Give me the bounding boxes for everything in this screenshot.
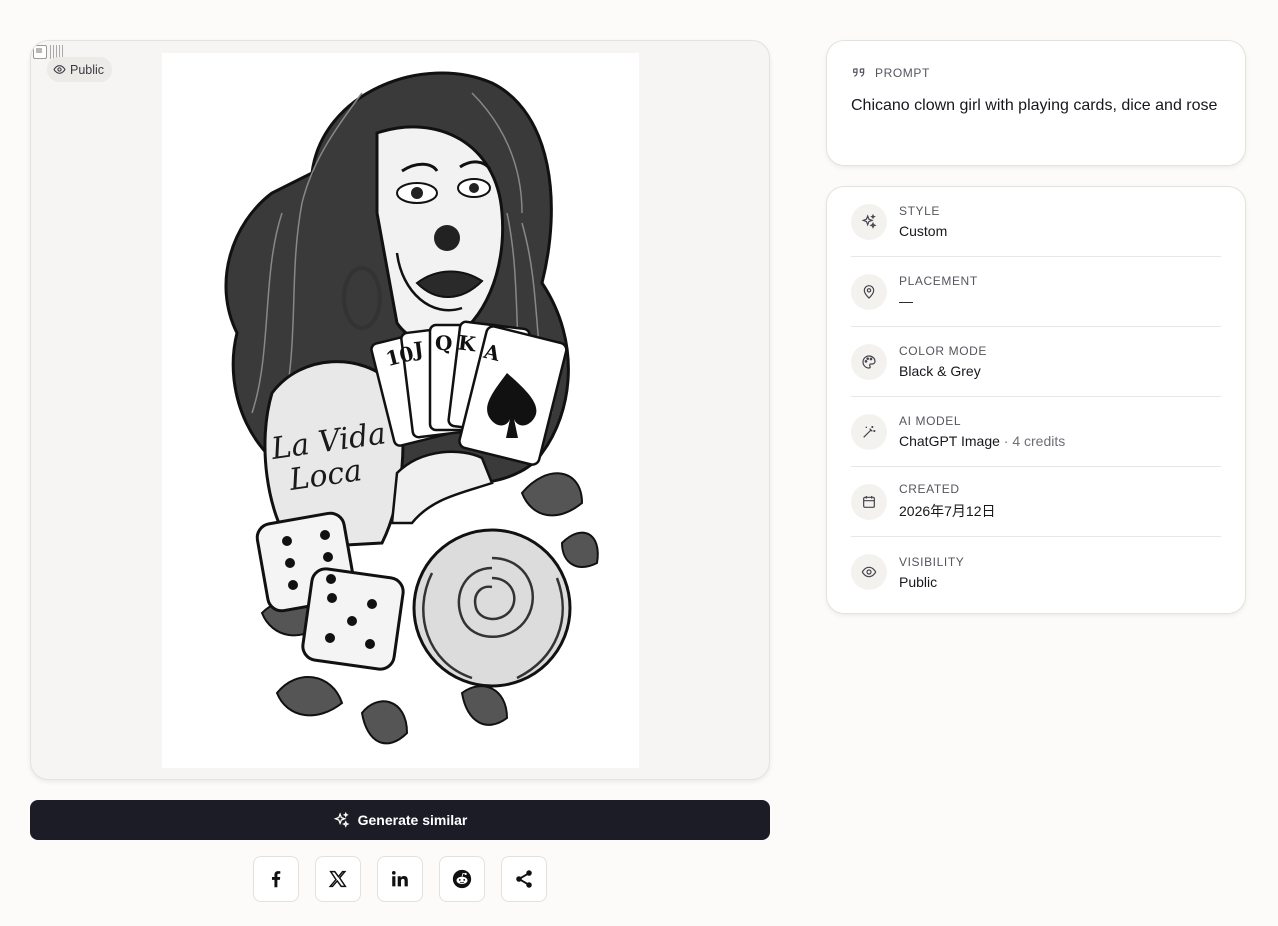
linkedin-share-button[interactable] xyxy=(377,856,423,902)
linkedin-icon xyxy=(391,870,408,887)
prompt-card: PROMPT Chicano clown girl with playing c… xyxy=(826,40,1246,166)
color-mode-row: COLOR MODE Black & Grey xyxy=(851,327,1221,397)
card-rank-k: K xyxy=(457,330,478,356)
sparkles-icon xyxy=(333,811,350,828)
facebook-icon xyxy=(271,871,281,888)
created-value: 2026年7月12日 xyxy=(899,503,996,519)
ai-model-name: ChatGPT Image xyxy=(899,433,1000,449)
eye-icon xyxy=(861,566,877,578)
tattoo-artwork-image: La Vida Loca 10 J Q K A xyxy=(162,53,639,768)
reddit-share-button[interactable] xyxy=(439,856,485,902)
prompt-label: PROMPT xyxy=(875,66,930,80)
ai-model-credits: · 4 credits xyxy=(999,433,1066,449)
color-mode-value: Black & Grey xyxy=(899,363,981,379)
created-row: CREATED 2026年7月12日 xyxy=(851,467,1221,537)
style-value: Custom xyxy=(899,223,948,239)
card-rank-q: Q xyxy=(435,331,452,355)
ai-model-value: ChatGPT Image · 4 credits xyxy=(899,433,1065,449)
generate-similar-label: Generate similar xyxy=(357,812,468,828)
ai-model-label: AI MODEL xyxy=(899,414,962,428)
placement-label: PLACEMENT xyxy=(899,274,978,288)
style-label: STYLE xyxy=(899,204,941,218)
visibility-value: Public xyxy=(899,573,938,590)
share-icon xyxy=(516,870,532,888)
palette-icon xyxy=(862,354,876,369)
prompt-header: PROMPT xyxy=(851,65,1221,81)
magic-wand-icon xyxy=(863,425,876,438)
quote-icon xyxy=(853,68,865,77)
x-share-button[interactable] xyxy=(315,856,361,902)
visibility-row: VISIBILITY Public xyxy=(851,537,1221,607)
calendar-icon xyxy=(863,495,875,508)
generate-similar-button[interactable]: Generate similar xyxy=(30,800,770,840)
details-card: STYLE Custom PLACEMENT — COLOR MODE Blac… xyxy=(826,186,1246,614)
style-row: STYLE Custom xyxy=(851,187,1221,257)
facebook-share-button[interactable] xyxy=(253,856,299,902)
x-icon xyxy=(328,870,347,888)
visibility-badge-label: Public xyxy=(70,62,105,77)
eye-icon xyxy=(53,65,66,74)
map-pin-icon xyxy=(863,284,875,299)
prompt-text: Chicano clown girl with playing cards, d… xyxy=(851,97,1218,114)
reddit-icon xyxy=(452,869,472,889)
visibility-label: VISIBILITY xyxy=(899,554,965,569)
share-buttons-row xyxy=(253,856,547,902)
color-mode-label: COLOR MODE xyxy=(899,344,988,358)
sparkles-icon xyxy=(861,213,877,229)
placement-value: — xyxy=(899,293,913,309)
ai-model-row: AI MODEL ChatGPT Image · 4 credits xyxy=(851,397,1221,467)
visibility-badge: Public xyxy=(47,57,113,82)
generated-image-card: La Vida Loca 10 J Q K A Public xyxy=(30,40,770,780)
placement-row: PLACEMENT — xyxy=(851,257,1221,327)
share-button[interactable] xyxy=(501,856,547,902)
created-label: CREATED xyxy=(899,482,960,496)
